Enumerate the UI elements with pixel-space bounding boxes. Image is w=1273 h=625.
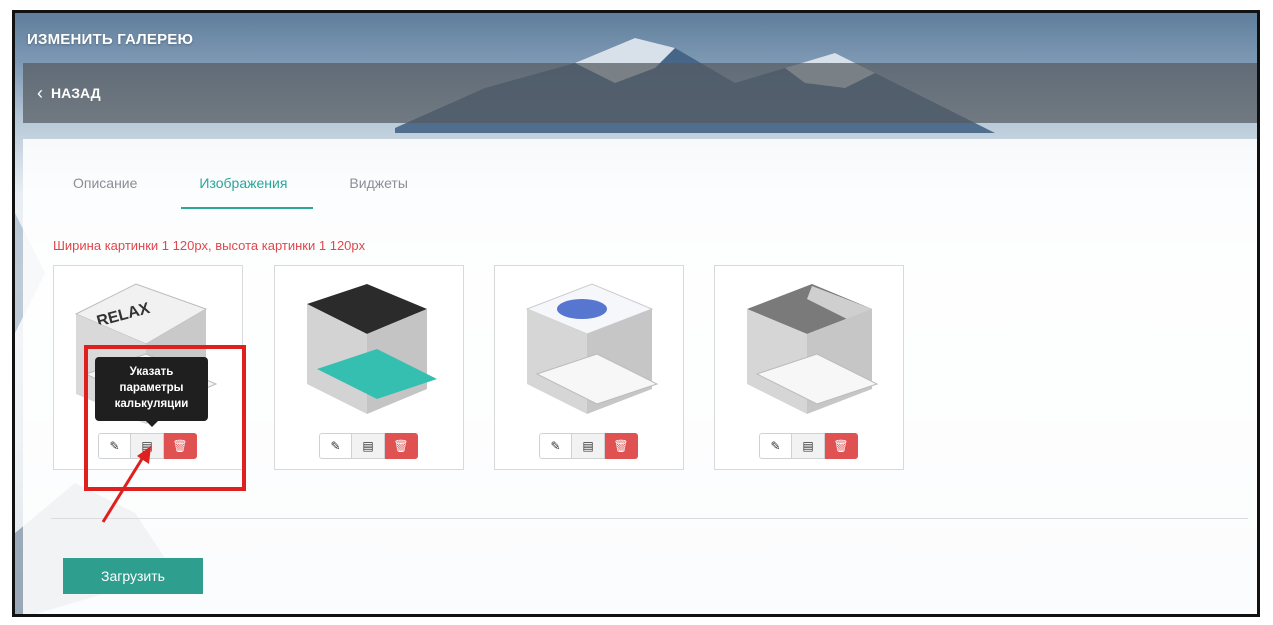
gallery-item: ✎ ▤ 🗑 <box>274 265 464 470</box>
business-card-thumbnail <box>727 274 891 430</box>
back-bar: ‹ НАЗАД <box>23 63 1257 123</box>
edit-button[interactable]: ✎ <box>759 433 792 459</box>
pencil-icon: ✎ <box>330 439 341 453</box>
calculation-params-button[interactable]: ▤ <box>352 433 385 459</box>
trash-icon: 🗑 <box>833 439 849 453</box>
pencil-icon: ✎ <box>550 439 561 453</box>
edit-button[interactable]: ✎ <box>539 433 572 459</box>
upload-button[interactable]: Загрузить <box>63 558 203 594</box>
delete-button[interactable]: 🗑 <box>385 433 418 459</box>
trash-icon: 🗑 <box>613 439 629 453</box>
item-actions: ✎ ▤ 🗑 <box>539 433 638 459</box>
back-button[interactable]: ‹ НАЗАД <box>37 83 101 103</box>
chevron-left-icon: ‹ <box>37 83 43 103</box>
trash-icon: 🗑 <box>393 439 409 453</box>
calculator-icon: ▤ <box>802 439 814 453</box>
tab-description[interactable]: Описание <box>73 175 137 209</box>
gallery-item: ✎ ▤ 🗑 <box>714 265 904 470</box>
tab-images[interactable]: Изображения <box>181 175 314 209</box>
gallery-item: ✎ ▤ 🗑 <box>494 265 684 470</box>
delete-button[interactable]: 🗑 <box>605 433 638 459</box>
edit-button[interactable]: ✎ <box>319 433 352 459</box>
calculation-params-button[interactable]: ▤ <box>792 433 825 459</box>
item-actions: ✎ ▤ 🗑 <box>759 433 858 459</box>
item-actions: ✎ ▤ 🗑 <box>319 433 418 459</box>
business-card-thumbnail <box>287 274 451 430</box>
tab-widgets[interactable]: Виджеты <box>349 175 408 209</box>
calculator-icon: ▤ <box>582 439 594 453</box>
back-label: НАЗАД <box>51 85 101 101</box>
window-frame: ИЗМЕНИТЬ ГАЛЕРЕЮ ‹ НАЗАД Описание Изобра… <box>12 10 1260 617</box>
page-title: ИЗМЕНИТЬ ГАЛЕРЕЮ <box>27 31 194 48</box>
image-size-hint: Ширина картинки 1 120px, высота картинки… <box>53 238 366 253</box>
pencil-icon: ✎ <box>770 439 781 453</box>
calculation-params-button[interactable]: ▤ <box>572 433 605 459</box>
delete-button[interactable]: 🗑 <box>825 433 858 459</box>
annotation-arrow <box>101 446 151 523</box>
divider <box>51 518 1248 519</box>
calculator-icon: ▤ <box>362 439 374 453</box>
tab-bar: Описание Изображения Виджеты <box>73 175 470 209</box>
business-card-thumbnail <box>507 274 671 430</box>
